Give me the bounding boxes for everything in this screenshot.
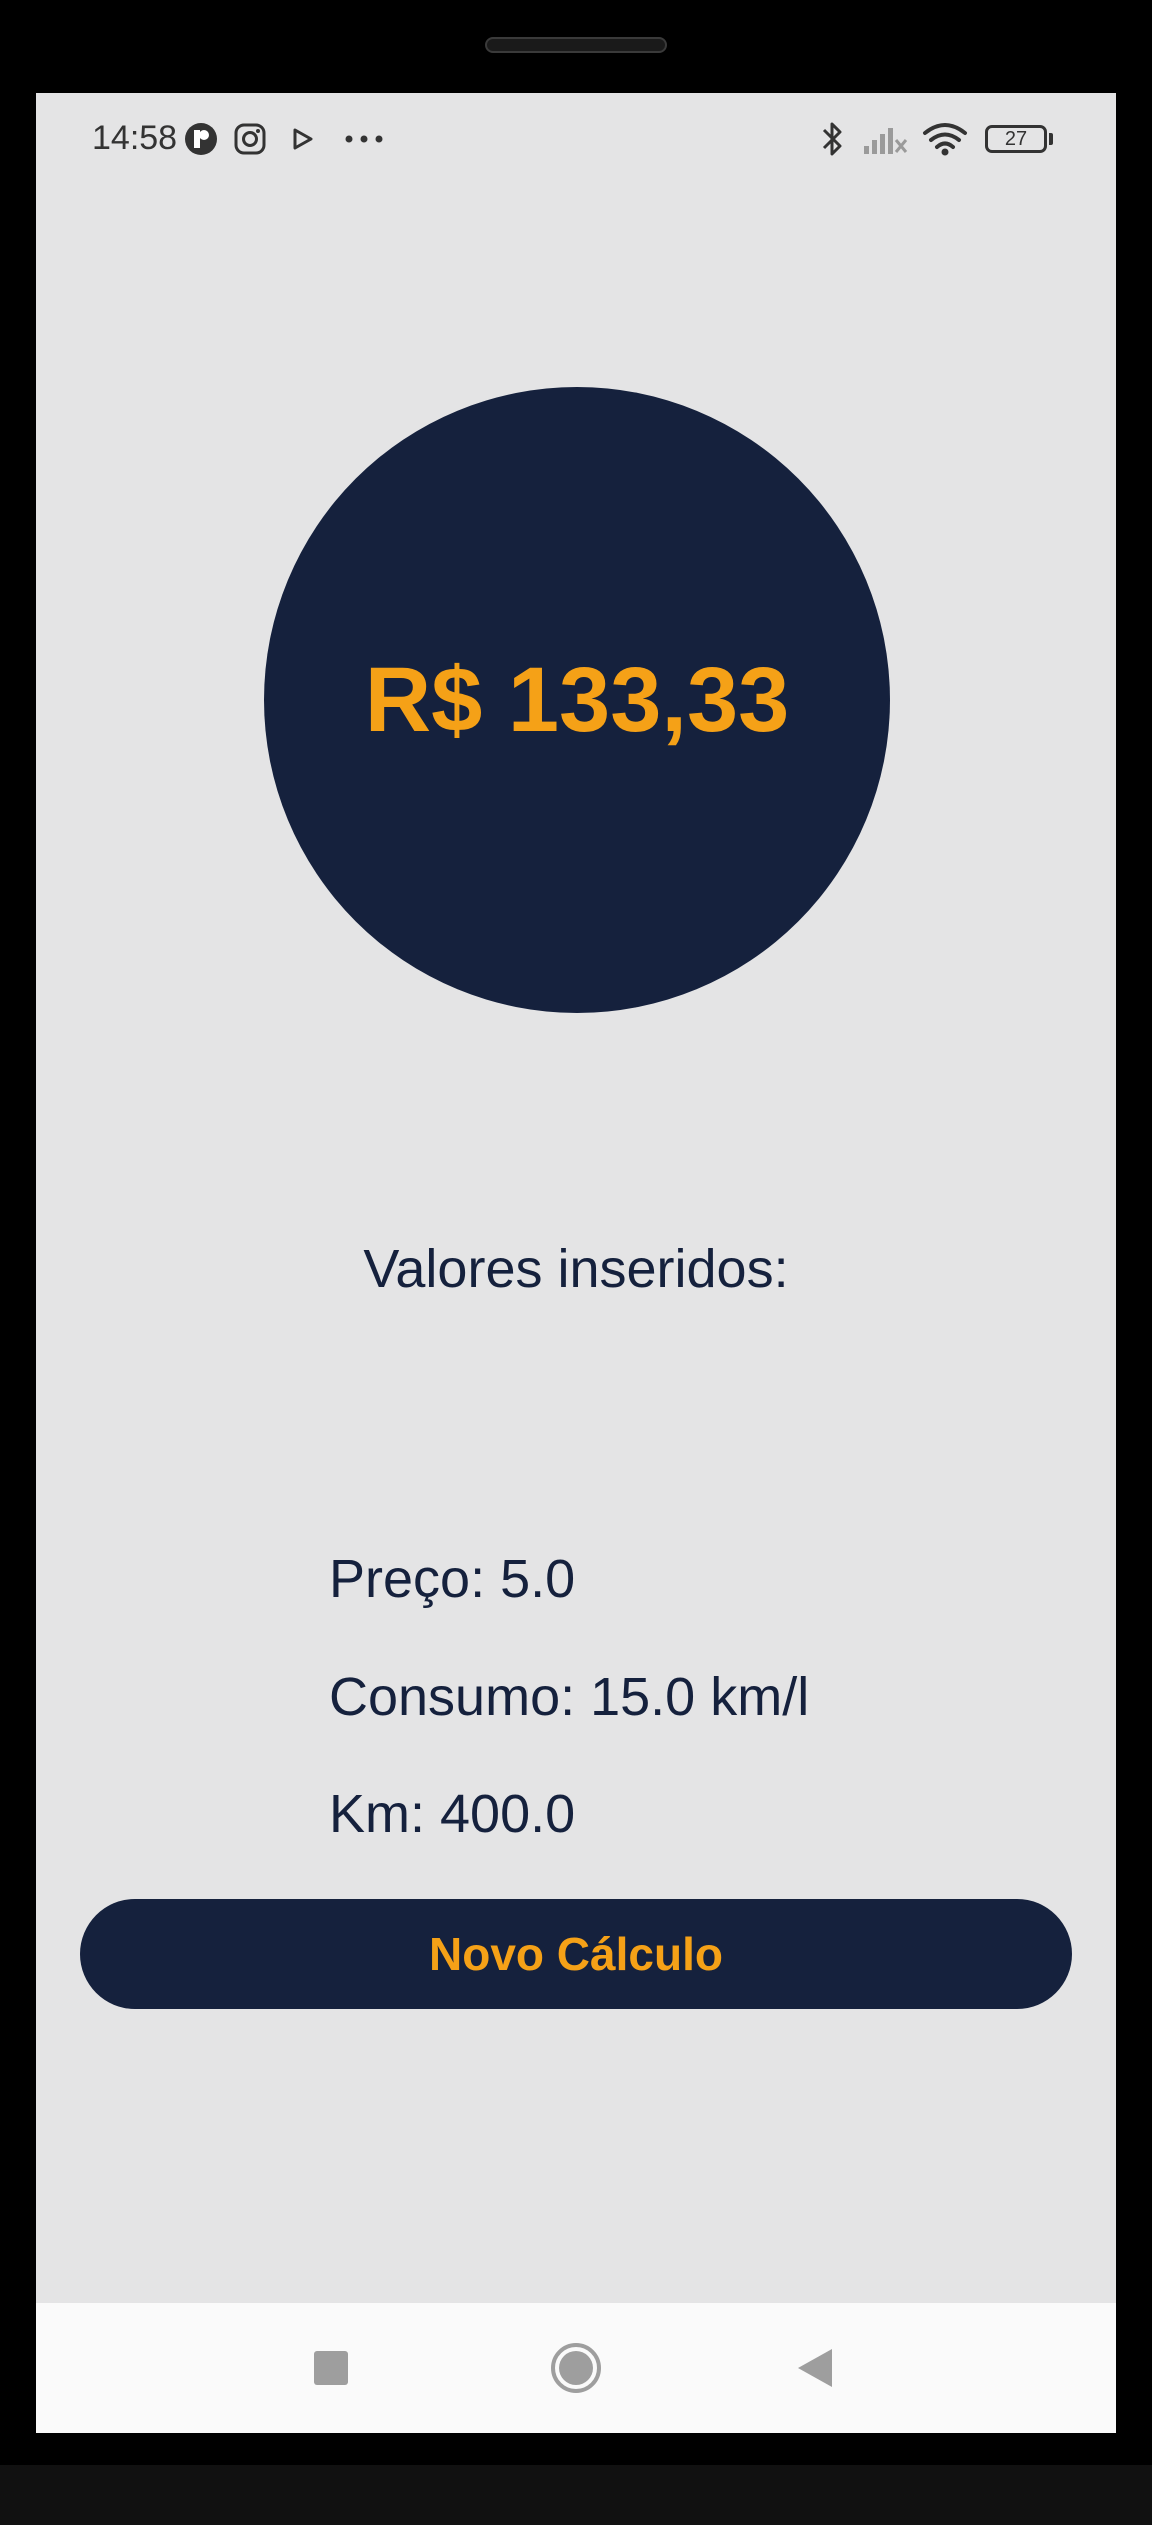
wifi-icon [922, 121, 968, 157]
battery-icon: 27 [985, 125, 1047, 153]
navigation-bar [36, 2303, 1116, 2433]
home-icon-inner [559, 2351, 593, 2385]
more-dots-icon [344, 121, 384, 157]
phone-speaker [485, 37, 667, 53]
result-circle: R$ 133,33 [264, 387, 890, 1013]
phone-frame: 14:58 27 R$ 133,33 Valores inseridos: Pr… [0, 0, 1152, 2525]
signal-icon [862, 121, 910, 157]
play-icon [290, 121, 316, 157]
status-time: 14:58 [92, 119, 178, 157]
phone-bottom-bezel [0, 2465, 1152, 2525]
inputs-title: Valores inseridos: [363, 1239, 789, 1299]
home-icon[interactable] [551, 2343, 601, 2393]
status-bar: 14:58 27 [36, 93, 1116, 188]
app-icon [184, 121, 218, 157]
app-screen: 14:58 27 R$ 133,33 Valores inseridos: Pr… [36, 93, 1116, 2433]
km-value: Km: 400.0 [329, 1784, 576, 1844]
bluetooth-icon [820, 121, 846, 157]
instagram-icon [234, 121, 266, 157]
new-calc-button[interactable]: Novo Cálculo [80, 1899, 1072, 2009]
consumption-value: Consumo: 15.0 km/l [329, 1667, 810, 1727]
battery-tip [1049, 133, 1053, 145]
price-value: Preço: 5.0 [329, 1549, 576, 1609]
recents-icon[interactable] [314, 2351, 348, 2385]
result-value: R$ 133,33 [364, 648, 790, 751]
back-icon[interactable] [798, 2349, 832, 2387]
